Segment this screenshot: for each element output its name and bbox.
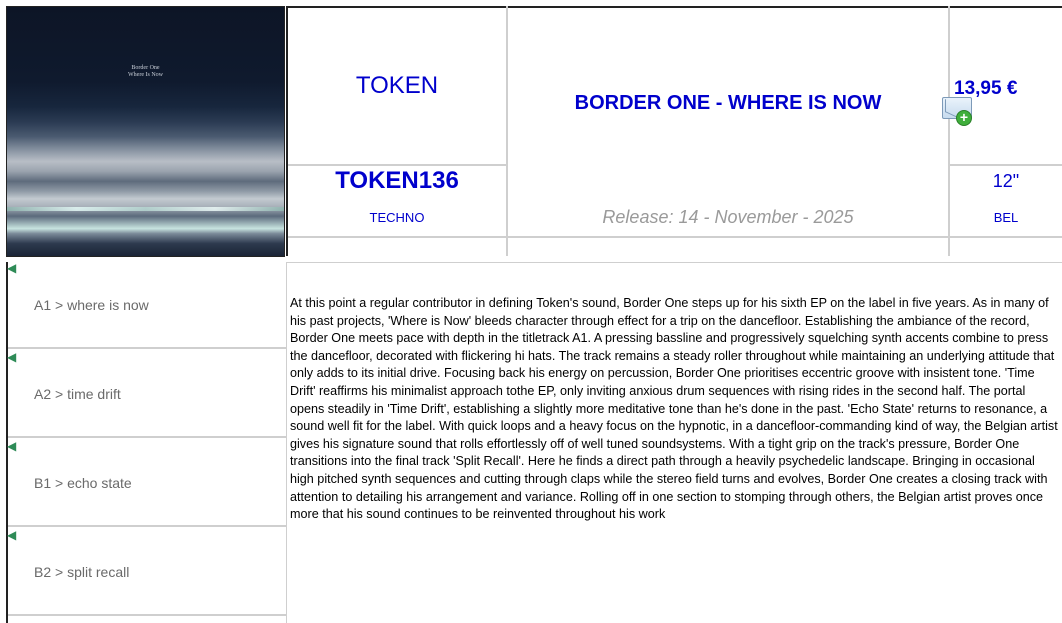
track-item[interactable]: ◀︎ A1 > where is now — [7, 262, 287, 349]
track-item[interactable]: ◀︎ B1 > echo state — [7, 440, 287, 527]
speaker-icon[interactable]: ◀︎ — [7, 351, 21, 363]
catalog-number: TOKEN136 — [335, 167, 459, 194]
track-item[interactable]: ◀︎ A2 > time drift — [7, 351, 287, 438]
divider — [286, 262, 1062, 263]
title-cell: BORDER ONE - WHERE IS NOW — [508, 8, 948, 198]
track-name[interactable]: B1 > echo state — [34, 440, 132, 525]
country: BEL — [993, 209, 1019, 225]
label-link[interactable]: TOKEN — [356, 72, 438, 100]
catalog-cell: TOKEN136 — [288, 166, 506, 196]
speaker-icon[interactable]: ◀︎ — [7, 440, 21, 452]
cover-title: Where Is Now — [128, 72, 163, 78]
country-cell: BEL — [950, 198, 1062, 236]
format-cell: 12" — [950, 166, 1062, 196]
genre-cell: TECHNO — [288, 198, 506, 236]
album-cover[interactable]: Border One Where Is Now — [6, 6, 285, 257]
add-icon[interactable]: + — [956, 110, 972, 126]
cover-glow — [7, 207, 284, 211]
cover-artist: Border One — [131, 65, 160, 71]
release-date-cell: Release: 14 - November - 2025 — [508, 198, 948, 236]
release-description: At this point a regular contributor in d… — [290, 296, 1058, 522]
label-cell: TOKEN — [288, 8, 506, 164]
track-name[interactable]: B2 > split recall — [34, 529, 129, 614]
cover-text: Border One Where Is Now — [7, 65, 284, 79]
speaker-icon[interactable]: ◀︎ — [7, 262, 21, 274]
genre-link[interactable]: TECHNO — [370, 210, 425, 225]
track-item[interactable]: ◀︎ B2 > split recall — [7, 529, 287, 616]
track-name[interactable]: A1 > where is now — [34, 262, 149, 347]
format: 12" — [992, 170, 1020, 191]
track-list: ◀︎ A1 > where is now ◀︎ A2 > time drift … — [6, 262, 287, 623]
release-date: Release: 14 - November - 2025 — [602, 206, 854, 227]
release-title: BORDER ONE - WHERE IS NOW — [574, 91, 882, 114]
track-name[interactable]: A2 > time drift — [34, 351, 121, 436]
speaker-icon[interactable]: ◀︎ — [7, 529, 21, 541]
